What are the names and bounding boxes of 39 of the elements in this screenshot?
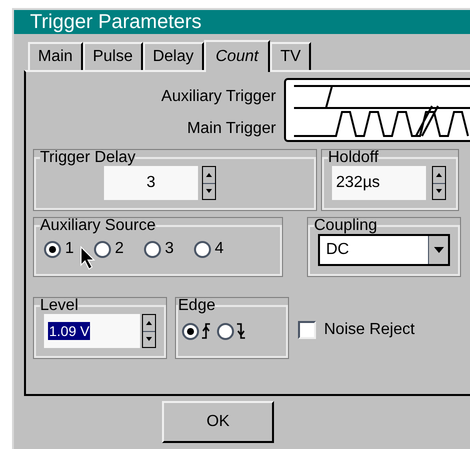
group-label: Edge <box>178 298 216 314</box>
radio-button[interactable] <box>144 240 161 258</box>
trigger-delay-field[interactable]: 3 <box>104 166 198 200</box>
coupling-dropdown[interactable]: DC <box>318 234 450 266</box>
spin-buttons[interactable] <box>202 166 216 200</box>
tab[interactable]: Count <box>204 40 270 72</box>
group-label: Coupling <box>314 218 378 234</box>
dropdown-button[interactable] <box>428 236 448 264</box>
caret-icon <box>434 247 444 253</box>
trace-label: Main Trigger <box>187 119 276 139</box>
radio-label: 1 <box>65 239 74 259</box>
mouse-pointer-icon <box>80 246 96 270</box>
holdoff-field[interactable]: 232µs <box>332 166 426 200</box>
group-label: Auxiliary Source <box>40 218 156 234</box>
checkbox-label: Noise Reject <box>324 320 415 340</box>
radio-label: 3 <box>164 239 174 259</box>
group-label: Level <box>40 298 78 314</box>
trace-label: Auxiliary Trigger <box>161 87 276 107</box>
tab[interactable]: Pulse <box>82 42 143 70</box>
tab[interactable]: TV <box>270 42 311 70</box>
radio-button[interactable] <box>94 240 111 258</box>
spin-buttons[interactable] <box>142 314 156 348</box>
group-label: Holdoff <box>328 150 378 166</box>
falling-edge-icon <box>236 322 246 340</box>
radio-label: 4 <box>214 239 224 259</box>
radio-button[interactable] <box>217 322 234 340</box>
ok-button[interactable]: OK <box>162 401 274 443</box>
radio-label: 2 <box>114 239 124 259</box>
radio-button[interactable] <box>182 322 199 340</box>
window-title: Trigger Parameters <box>14 10 470 34</box>
group-label: Trigger Delay <box>40 150 136 166</box>
spin-buttons[interactable] <box>432 166 446 200</box>
radio-button[interactable] <box>194 240 211 258</box>
rising-edge-icon <box>201 322 211 340</box>
level-field[interactable]: 1.09 V <box>44 314 140 348</box>
tab[interactable]: Main <box>28 42 83 70</box>
radio-button[interactable] <box>44 240 61 258</box>
noise-reject-checkbox[interactable] <box>298 321 316 339</box>
tab[interactable]: Delay <box>142 42 204 70</box>
